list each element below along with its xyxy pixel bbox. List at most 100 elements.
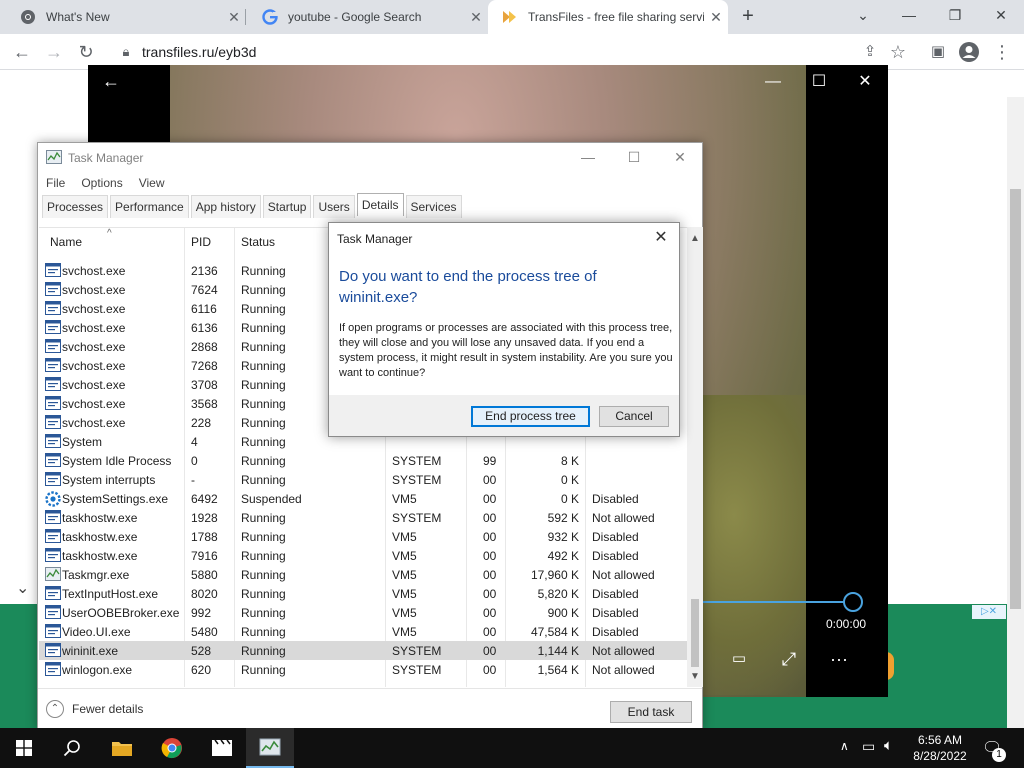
chrome-taskbar-icon[interactable] (148, 728, 196, 768)
process-name: svchost.exe (62, 416, 126, 430)
table-row[interactable]: Video.UI.exe 5480 Running VM5 00 47,584 K Disa… (39, 622, 687, 641)
new-tab-button[interactable]: + (736, 5, 760, 29)
process-name: taskhostw.exe (62, 549, 138, 563)
table-row[interactable]: TextInputHost.exe 8020 Running VM5 00 5,820 K… (39, 584, 687, 603)
restore-icon[interactable]: ❐ (932, 0, 978, 32)
maximize-icon[interactable]: ☐ (804, 70, 834, 94)
process-pid: 2868 (191, 340, 218, 354)
tab-search-chevron-icon[interactable]: ⌄ (840, 0, 886, 32)
table-scrollbar[interactable]: ▲ ▼ (687, 227, 703, 687)
tab-services[interactable]: Services (405, 195, 462, 218)
process-status: Running (241, 321, 286, 335)
table-row[interactable]: Taskmgr.exe 5880 Running VM5 00 17,960 K Not a… (39, 565, 687, 584)
table-row[interactable]: taskhostw.exe 7916 Running VM5 00 492 K Disabl… (39, 546, 687, 565)
table-row[interactable]: winlogon.exe 620 Running SYSTEM 00 1,564 K Not… (39, 660, 687, 679)
lock-icon[interactable]: 🔒︎ (114, 40, 138, 64)
menu-view[interactable]: View (131, 173, 173, 193)
process-status: Running (241, 435, 286, 449)
ad-choices-icon[interactable]: ▷✕ (972, 605, 1006, 619)
process-user: VM5 (392, 549, 417, 563)
cancel-button[interactable]: Cancel (599, 406, 669, 427)
scrollbar-thumb[interactable] (1010, 189, 1021, 609)
task-manager-titlebar[interactable]: Task Manager — ☐ ✕ (38, 143, 702, 171)
table-row[interactable]: taskhostw.exe 1928 Running SYSTEM 00 592 K Not… (39, 508, 687, 527)
close-icon[interactable]: ✕ (850, 70, 880, 94)
share-icon[interactable]: ⇪ (858, 40, 882, 64)
page-scrollbar[interactable] (1007, 97, 1024, 728)
column-status[interactable]: Status (241, 235, 275, 249)
scroll-down-icon[interactable]: ▼ (690, 671, 700, 682)
fewer-details-button[interactable]: ⌃ Fewer details (46, 700, 143, 718)
close-window-icon[interactable]: ✕ (978, 0, 1024, 32)
table-row[interactable]: UserOOBEBroker.exe 992 Running VM5 00 900 K Di… (39, 603, 687, 622)
table-row[interactable]: System interrupts - Running SYSTEM 00 0 K (39, 470, 687, 489)
reload-icon[interactable]: ↻ (74, 40, 98, 64)
close-tab-icon[interactable]: ✕ (704, 9, 728, 26)
tab-performance[interactable]: Performance (110, 195, 189, 218)
sort-ascending-icon: ^ (107, 228, 112, 239)
end-task-button[interactable]: End task (610, 701, 692, 723)
table-row[interactable]: System Idle Process 0 Running SYSTEM 99 8 K (39, 451, 687, 470)
close-tab-icon[interactable]: ✕ (222, 9, 246, 26)
end-process-tree-button[interactable]: End process tree (471, 406, 590, 427)
network-icon[interactable]: ▭ (862, 738, 875, 755)
process-status: Running (241, 302, 286, 316)
tab-app-history[interactable]: App history (190, 195, 261, 218)
minimize-icon[interactable]: — (565, 143, 611, 171)
more-options-icon[interactable]: ··· (824, 647, 854, 671)
browser-tab-whats-new[interactable]: What's New ✕ (6, 0, 246, 34)
menu-options[interactable]: Options (73, 173, 130, 193)
process-memory: 1,144 K (537, 644, 579, 658)
system-clock[interactable]: 6:56 AM 8/28/2022 (905, 732, 975, 764)
minimize-icon[interactable]: — (886, 0, 932, 32)
miniview-icon[interactable]: ▭ (724, 647, 754, 671)
scroll-up-icon[interactable]: ▲ (690, 233, 700, 244)
close-icon[interactable]: ✕ (649, 227, 673, 249)
column-pid[interactable]: PID (191, 235, 211, 249)
process-status: Running (241, 473, 286, 487)
forward-arrow-icon[interactable]: → (42, 40, 66, 64)
process-uac-virtualization: Not allowed (592, 663, 655, 677)
table-row[interactable]: taskhostw.exe 1788 Running VM5 00 932 K Disabl… (39, 527, 687, 546)
file-explorer-icon[interactable] (98, 728, 146, 768)
end-process-tree-dialog: Task Manager ✕ Do you want to end the pr… (328, 222, 680, 437)
task-manager-taskbar-icon[interactable] (246, 728, 294, 768)
minimize-icon[interactable]: — (758, 70, 788, 94)
windows-start-icon[interactable] (0, 728, 48, 768)
browser-tab-strip: What's New ✕ youtube - Google Search ✕ T… (0, 0, 1024, 34)
process-name: wininit.exe (62, 644, 119, 658)
scrollbar-thumb[interactable] (691, 599, 699, 667)
movies-tv-icon[interactable] (198, 728, 246, 768)
table-row[interactable]: wininit.exe 528 Running SYSTEM 00 1,144 K Not … (39, 641, 687, 660)
process-status: Running (241, 549, 286, 563)
back-arrow-icon[interactable]: ← (10, 40, 34, 64)
back-arrow-icon[interactable]: ← (102, 71, 120, 92)
process-status: Running (241, 283, 286, 297)
seek-bar[interactable] (700, 601, 855, 603)
column-name[interactable]: Name (50, 235, 82, 249)
seek-handle[interactable] (843, 592, 863, 612)
search-icon[interactable] (48, 728, 96, 768)
tab-processes[interactable]: Processes (42, 195, 109, 218)
tab-startup[interactable]: Startup (262, 195, 312, 218)
show-hidden-icons-chevron-icon[interactable]: ∧ (840, 739, 849, 753)
menu-file[interactable]: File (38, 173, 73, 193)
close-icon[interactable]: ✕ (657, 143, 703, 171)
side-panel-icon[interactable]: ▣ (926, 40, 950, 64)
maximize-icon[interactable]: ☐ (611, 143, 657, 171)
tab-users[interactable]: Users (313, 195, 355, 218)
browser-tab-transfiles[interactable]: TransFiles - free file sharing servi ✕ (488, 0, 728, 34)
menu-kebab-icon[interactable]: ⋮ (990, 40, 1014, 64)
profile-avatar-icon[interactable] (957, 40, 981, 64)
address-bar[interactable]: transfiles.ru/eyb3d (142, 44, 256, 60)
browser-tab-youtube-search[interactable]: youtube - Google Search ✕ (248, 0, 488, 34)
process-name: svchost.exe (62, 264, 126, 278)
bookmark-star-icon[interactable]: ☆ (886, 40, 910, 64)
volume-icon[interactable]: 🔈︎ (884, 737, 893, 754)
fullscreen-icon[interactable]: ⤢ (774, 647, 804, 671)
close-tab-icon[interactable]: ✕ (464, 9, 488, 26)
chevron-down-icon[interactable]: ⌄ (16, 578, 29, 598)
table-row[interactable]: SystemSettings.exe 6492 Suspended VM5 00 0 KD… (39, 489, 687, 508)
process-name: taskhostw.exe (62, 530, 138, 544)
tab-details[interactable]: Details (356, 193, 404, 216)
